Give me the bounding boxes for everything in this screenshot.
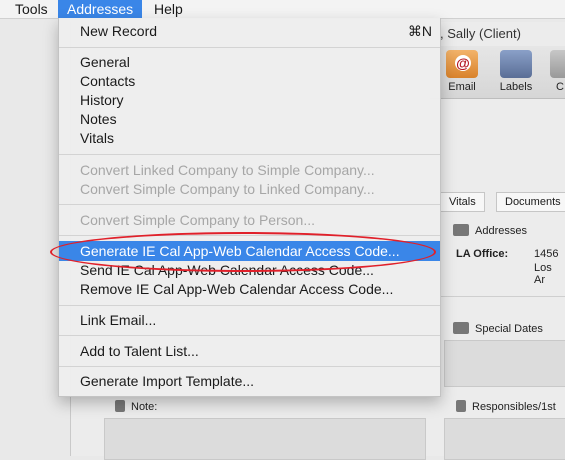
menu-item-convert-simple-to-linked: Convert Simple Company to Linked Company… <box>80 181 375 197</box>
menu-item-history[interactable]: History <box>59 91 440 110</box>
menu-item-convert-simple-to-person: Convert Simple Company to Person... <box>80 212 315 228</box>
address-label: LA Office: <box>456 248 509 260</box>
section-divider <box>440 296 565 297</box>
special-dates-label: Special Dates <box>475 323 543 335</box>
menu-separator <box>59 47 440 48</box>
tab-documents[interactable]: Documents <box>496 192 565 212</box>
menu-item-vitals[interactable]: Vitals <box>59 129 440 148</box>
menu-item-contacts[interactable]: Contacts <box>59 72 440 91</box>
menu-bar: Tools Addresses Help <box>0 0 565 19</box>
special-dates-heading: Special Dates <box>453 322 543 335</box>
menu-addresses[interactable]: Addresses <box>58 0 143 18</box>
menu-separator <box>59 366 440 367</box>
labels-label: Labels <box>499 81 533 93</box>
window-title: , Sally (Client) <box>440 26 521 41</box>
responsibles-panel[interactable] <box>444 418 565 460</box>
labels-icon <box>500 50 532 78</box>
addresses-menu: New Record ⌘N General Contacts History N… <box>58 18 441 397</box>
menu-help[interactable]: Help <box>145 0 192 18</box>
menu-item-convert-linked-to-simple: Convert Linked Company to Simple Company… <box>80 162 375 178</box>
new-record-shortcut: ⌘N <box>407 23 432 39</box>
email-toolbar-button[interactable]: Email <box>442 50 482 93</box>
menu-item-send-access-code[interactable]: Send IE Cal App-Web Calendar Access Code… <box>59 261 440 280</box>
menu-separator <box>59 305 440 306</box>
note-panel[interactable] <box>104 418 426 460</box>
c-label: C <box>556 81 564 93</box>
responsibles-heading: Responsibles/1st <box>456 400 556 413</box>
responsibles-label: Responsibles/1st <box>472 401 556 413</box>
menu-tools[interactable]: Tools <box>6 0 57 18</box>
menu-item-remove-access-code[interactable]: Remove IE Cal App-Web Calendar Access Co… <box>59 280 440 299</box>
menu-item-notes[interactable]: Notes <box>59 110 440 129</box>
menu-separator <box>59 154 440 155</box>
menu-item-generate-access-code[interactable]: Generate IE Cal App-Web Calendar Access … <box>59 241 440 261</box>
tab-vitals[interactable]: Vitals <box>440 192 485 212</box>
addresses-heading-label: Addresses <box>475 225 527 237</box>
menu-item-new-record[interactable]: New Record ⌘N <box>59 22 440 41</box>
address-line-1: 1456 <box>534 248 559 260</box>
menu-item-generate-import-template[interactable]: Generate Import Template... <box>59 372 440 391</box>
address-line-2: Los Ar <box>534 262 552 286</box>
calendar-icon <box>453 322 469 334</box>
menu-separator <box>59 204 440 205</box>
note-heading: Note: <box>115 400 157 413</box>
building-icon <box>453 224 469 236</box>
labels-toolbar-button[interactable]: Labels <box>496 50 536 93</box>
menu-separator <box>59 335 440 336</box>
new-record-label: New Record <box>80 23 158 39</box>
email-label: Email <box>448 81 476 93</box>
paperclip-icon <box>456 400 466 412</box>
menu-item-link-email[interactable]: Link Email... <box>59 311 440 330</box>
addresses-heading: Addresses <box>453 224 527 237</box>
menu-item-general[interactable]: General <box>59 53 440 72</box>
menu-item-add-to-talent-list[interactable]: Add to Talent List... <box>59 342 440 361</box>
paperclip-icon <box>115 400 125 412</box>
toolbar-icon <box>550 50 565 78</box>
note-label: Note: <box>131 401 158 413</box>
special-dates-panel <box>444 340 565 387</box>
menu-separator <box>59 235 440 236</box>
email-icon <box>446 50 478 78</box>
c-toolbar-button[interactable]: C <box>550 50 565 93</box>
